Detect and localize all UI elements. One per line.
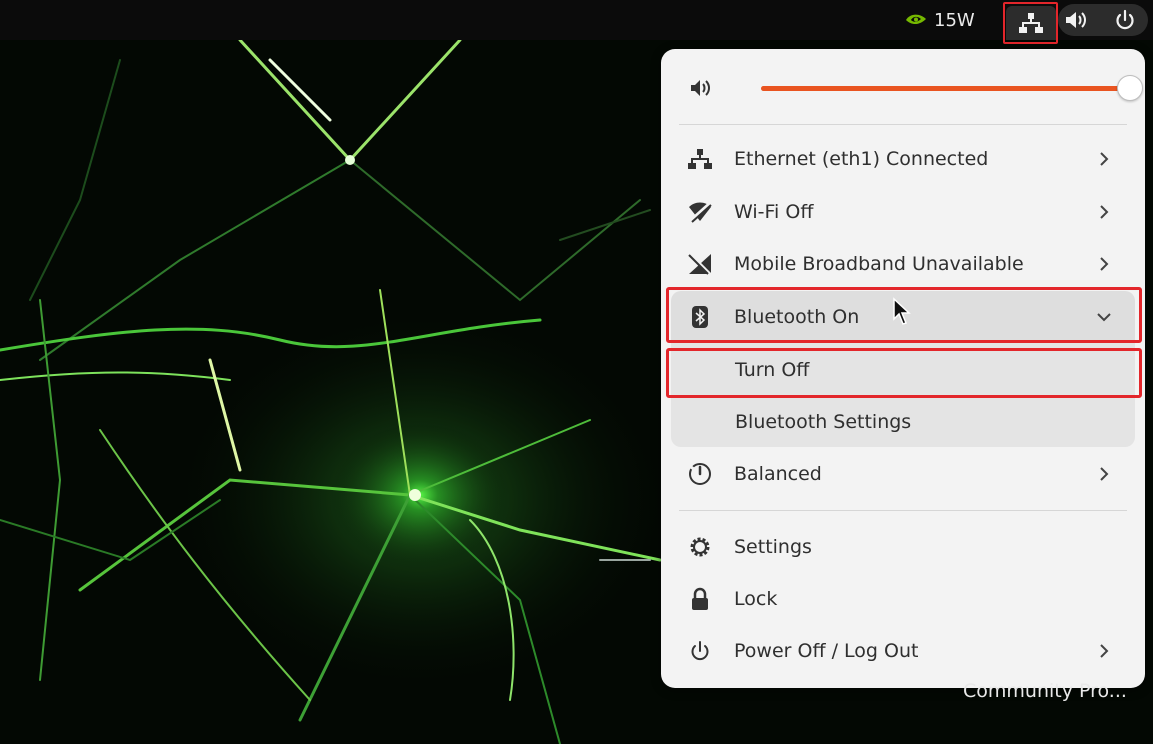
network-wired-icon [1018, 13, 1043, 33]
top-bar: 15W [0, 0, 1153, 44]
power-mode-label: Balanced [734, 463, 822, 485]
gpu-power-indicator[interactable]: 15W [904, 0, 975, 40]
bluetooth-settings-label: Bluetooth Settings [735, 411, 912, 433]
lock-label: Lock [734, 588, 778, 610]
mobile-broadband-off-icon [687, 251, 713, 277]
volume-slider-track[interactable] [761, 86, 1129, 91]
lock-row[interactable]: Lock [671, 573, 1135, 625]
lock-icon [687, 586, 713, 612]
desktop-watermark: Community Pro... [963, 680, 1127, 702]
chevron-right-icon [1100, 257, 1109, 271]
separator [679, 510, 1127, 511]
volume-slider-thumb[interactable] [1117, 75, 1143, 101]
separator [679, 124, 1127, 125]
network-indicator-button[interactable] [1003, 2, 1058, 44]
chevron-right-icon [1100, 467, 1109, 481]
chevron-right-icon [1100, 205, 1109, 219]
nvidia-icon [906, 14, 926, 25]
volume-slider-fill [761, 86, 1126, 91]
volume-icon [1066, 12, 1086, 28]
quick-settings-menu: Ethernet (eth1) Connected Wi-Fi Off Mobi… [661, 49, 1145, 688]
settings-row[interactable]: Settings [671, 521, 1135, 573]
bluetooth-settings-item[interactable]: Bluetooth Settings [671, 396, 1135, 448]
power-icon [1116, 9, 1134, 30]
chevron-right-icon [1100, 152, 1109, 166]
wifi-off-icon [687, 199, 713, 225]
mobile-broadband-row[interactable]: Mobile Broadband Unavailable [671, 238, 1135, 290]
ethernet-row[interactable]: Ethernet (eth1) Connected [671, 133, 1135, 185]
turn-off-highlight-box [666, 348, 1142, 398]
chevron-right-icon [1100, 644, 1109, 658]
mouse-cursor-icon [893, 297, 911, 325]
system-status-pill[interactable] [1058, 4, 1148, 36]
gear-icon [687, 534, 713, 560]
wifi-row[interactable]: Wi-Fi Off [671, 186, 1135, 238]
power-off-label: Power Off / Log Out [734, 640, 919, 662]
mobile-broadband-label: Mobile Broadband Unavailable [734, 253, 1024, 275]
power-off-row[interactable]: Power Off / Log Out [671, 625, 1135, 677]
power-icon [687, 638, 713, 664]
network-wired-icon [687, 146, 713, 172]
ethernet-label: Ethernet (eth1) Connected [734, 148, 989, 170]
power-profile-icon [687, 461, 713, 487]
wifi-label: Wi-Fi Off [734, 201, 814, 223]
volume-icon [691, 80, 710, 96]
volume-row [687, 73, 1143, 103]
power-mode-row[interactable]: Balanced [671, 448, 1135, 500]
gpu-power-label: 15W [934, 9, 975, 31]
settings-label: Settings [734, 536, 812, 558]
